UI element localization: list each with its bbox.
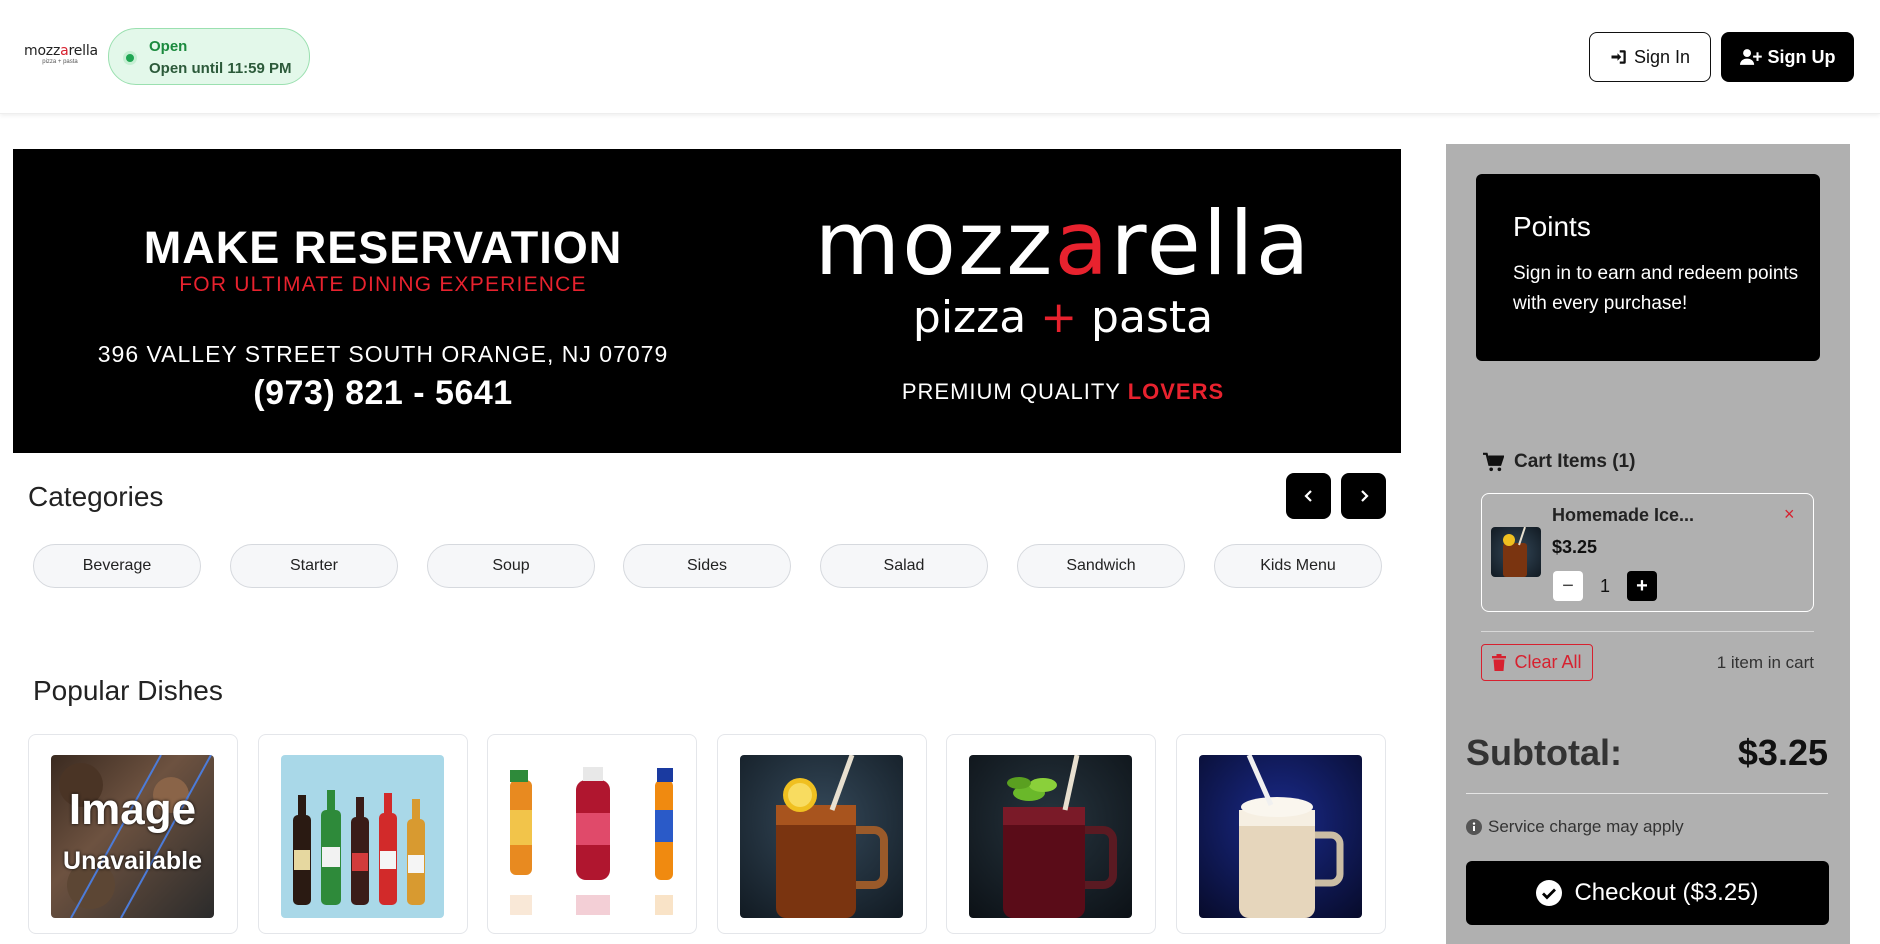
increase-quantity-button[interactable]: +: [1627, 571, 1657, 601]
categories-prev-button[interactable]: [1286, 473, 1331, 519]
subtotal-divider: [1466, 793, 1828, 794]
placeholder-line-2: Unavailable: [63, 847, 202, 875]
iced-tea-thumb-image: [1503, 527, 1527, 577]
banner-subtitle: FOR ULTIMATE DINING EXPERIENCE: [179, 273, 587, 296]
sign-up-label: Sign Up: [1767, 46, 1836, 67]
service-charge-note: Service charge may apply: [1466, 817, 1684, 837]
remove-item-button[interactable]: ×: [1784, 504, 1795, 525]
sign-in-icon: [1611, 50, 1626, 64]
cart-item-price: $3.25: [1552, 537, 1598, 557]
iced-tea-image: [776, 755, 888, 918]
top-header: mozzarella pizza + pasta Open Open until…: [0, 0, 1880, 114]
check-circle-icon: [1536, 880, 1563, 906]
dish-card[interactable]: [717, 734, 927, 934]
chevron-left-icon: [1303, 490, 1312, 502]
checkout-button[interactable]: Checkout ($3.25): [1466, 861, 1829, 925]
cart-item-count: 1 item in cart: [1716, 653, 1814, 672]
category-chip[interactable]: Soup: [427, 544, 595, 588]
sign-up-button[interactable]: Sign Up: [1721, 32, 1854, 82]
cart-heading-label: Cart Items (1): [1514, 451, 1636, 472]
popular-dishes-heading: Popular Dishes: [33, 675, 223, 706]
cart-item-name: Homemade Ice...: [1552, 505, 1695, 525]
cart-item-thumbnail: [1491, 527, 1541, 577]
milkshake-image: [1239, 755, 1344, 918]
dish-card[interactable]: [258, 734, 468, 934]
banner-title: MAKE RESERVATION: [143, 222, 623, 273]
banner-logo-wordmark: mozzarella: [814, 192, 1312, 295]
categories-heading: Categories: [28, 481, 164, 512]
dish-image: [969, 755, 1132, 918]
info-icon: [1466, 819, 1482, 835]
dish-card[interactable]: [487, 734, 697, 934]
order-sidebar: Points Sign in to earn and redeem points…: [1446, 144, 1850, 944]
category-chip[interactable]: Starter: [230, 544, 398, 588]
banner-address: 396 VALLEY STREET SOUTH ORANGE, NJ 07079: [97, 341, 669, 367]
dish-image: [1199, 755, 1362, 918]
subtotal-value: $3.25: [1737, 732, 1828, 773]
dish-card[interactable]: [946, 734, 1156, 934]
placeholder-art: [59, 755, 212, 918]
banner-tagline: PREMIUM QUALITY LOVERS: [901, 379, 1225, 404]
category-chip[interactable]: Salad: [820, 544, 988, 588]
sign-in-button[interactable]: Sign In: [1589, 32, 1711, 82]
open-status-label: Open: [149, 38, 188, 55]
category-chip[interactable]: Kids Menu: [1214, 544, 1382, 588]
dish-card[interactable]: [1176, 734, 1386, 934]
clear-all-label: Clear All: [1514, 652, 1582, 672]
cart-divider: [1481, 631, 1814, 632]
quantity-value: 1: [1600, 576, 1611, 596]
status-dot-icon: [123, 51, 137, 65]
shopping-cart-icon: [1483, 452, 1504, 472]
logo-subtitle: pizza + pasta: [42, 59, 78, 65]
cart-heading: Cart Items (1): [1482, 451, 1635, 473]
berry-drink-image: [1003, 755, 1117, 918]
brand-logo[interactable]: mozzarella pizza + pasta: [24, 43, 98, 68]
open-hours-label: Open until 11:59 PM: [149, 60, 292, 77]
cart-item: Homemade Ice... $3.25 × − 1 +: [1481, 493, 1814, 612]
points-description: Sign in to earn and redeem points with e…: [1513, 263, 1799, 314]
promo-banner[interactable]: MAKE RESERVATION FOR ULTIMATE DINING EXP…: [13, 149, 1401, 453]
category-chip[interactable]: Sandwich: [1017, 544, 1185, 588]
category-chip[interactable]: Beverage: [33, 544, 201, 588]
points-title: Points: [1513, 211, 1591, 242]
dish-card[interactable]: Image Unavailable: [28, 734, 238, 934]
service-charge-label: Service charge may apply: [1488, 817, 1684, 836]
dish-image: [281, 755, 444, 918]
banner-logo-subtitle: pizza + pasta: [912, 292, 1214, 343]
chevron-right-icon: [1360, 490, 1369, 502]
dish-image: [510, 755, 673, 918]
categories-next-button[interactable]: [1341, 473, 1386, 519]
clear-all-button[interactable]: Clear All: [1481, 644, 1593, 681]
add-user-icon: [1739, 49, 1762, 65]
juice-bottles-image: [510, 767, 673, 915]
decrease-quantity-button[interactable]: −: [1553, 571, 1583, 601]
trash-icon: [1492, 654, 1507, 671]
checkout-label: Checkout ($3.25): [1574, 879, 1759, 906]
dish-image: [740, 755, 903, 918]
category-chip[interactable]: Sides: [623, 544, 791, 588]
open-status-badge: Open Open until 11:59 PM: [108, 28, 310, 85]
logo-wordmark: mozzarella: [24, 43, 98, 59]
points-card[interactable]: Points Sign in to earn and redeem points…: [1476, 174, 1820, 361]
image-unavailable-placeholder: Image Unavailable: [51, 755, 214, 918]
banner-phone: (973) 821 - 5641: [253, 374, 513, 412]
soda-bottles-image: [293, 790, 425, 905]
subtotal-label: Subtotal:: [1466, 732, 1622, 773]
sign-in-label: Sign In: [1633, 46, 1691, 67]
placeholder-line-1: Image: [68, 785, 197, 834]
